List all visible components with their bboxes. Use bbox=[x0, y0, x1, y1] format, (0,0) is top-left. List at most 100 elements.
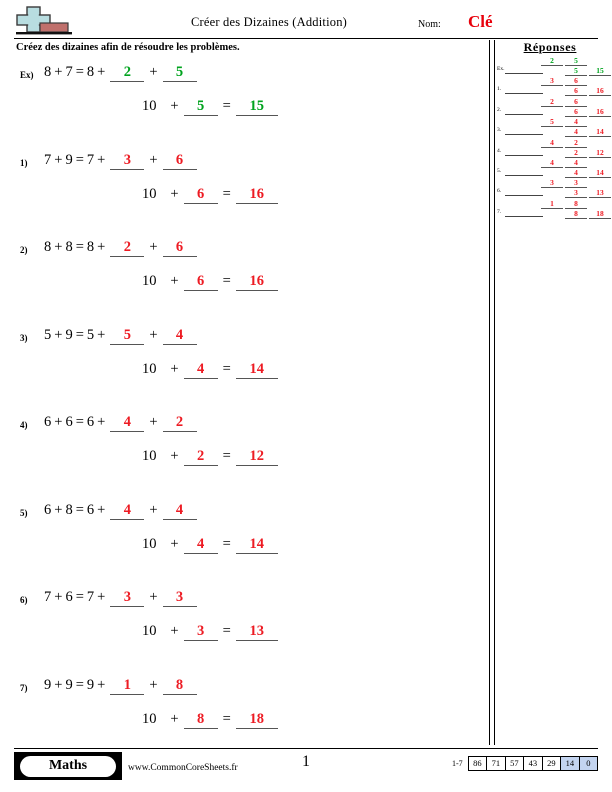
answer-subrow: 25 bbox=[541, 56, 603, 66]
problem-label: 3) bbox=[20, 332, 28, 343]
plus-operator: + bbox=[170, 710, 179, 727]
plus-operator: + bbox=[149, 151, 158, 168]
plus-operator: + bbox=[54, 64, 63, 80]
answer-blank-two[interactable]: 2 bbox=[162, 414, 197, 432]
answer-subrow: 5 15 bbox=[541, 66, 611, 76]
plus-operator: + bbox=[97, 676, 106, 693]
addend-b: 7 bbox=[65, 64, 73, 80]
plus-operator: + bbox=[149, 64, 158, 80]
problem-line-two: 10 +2 = 12 bbox=[142, 448, 280, 466]
answer-row-label: 7. bbox=[497, 208, 502, 215]
answer-value: 5 bbox=[565, 56, 587, 66]
answer-blank-three[interactable]: 4 bbox=[183, 361, 218, 379]
answer-blank-two[interactable]: 5 bbox=[162, 64, 197, 82]
addend-b: 6 bbox=[65, 589, 73, 605]
equals-operator: = bbox=[75, 414, 84, 430]
answer-value: 3 bbox=[541, 76, 563, 87]
worksheet-page: Créer des Dizaines (Addition) Nom: Clé C… bbox=[0, 0, 612, 792]
answer-blank-one[interactable]: 3 bbox=[110, 589, 145, 607]
answer-blank-sum[interactable]: 12 bbox=[235, 448, 278, 466]
score-box: 86 bbox=[468, 757, 488, 770]
answer-write-line bbox=[505, 174, 543, 176]
answer-blank-three[interactable]: 4 bbox=[183, 536, 218, 554]
answer-blank-sum[interactable]: 18 bbox=[235, 711, 278, 729]
answer-write-line bbox=[505, 154, 543, 156]
ten-value: 10 bbox=[142, 273, 157, 289]
answer-blank-sum[interactable]: 13 bbox=[235, 623, 278, 641]
answer-subrow: 54 bbox=[541, 117, 603, 128]
answer-blank-one[interactable]: 2 bbox=[110, 64, 145, 82]
answer-blank-sum[interactable]: 16 bbox=[235, 273, 278, 291]
instructions-text: Créez des dizaines afin de résoudre les … bbox=[16, 42, 240, 53]
problem-label: Ex) bbox=[20, 70, 34, 80]
answer-blank-three[interactable]: 3 bbox=[183, 623, 218, 641]
answer-blank-one[interactable]: 4 bbox=[110, 502, 145, 520]
score-box: 57 bbox=[505, 757, 525, 770]
answer-blank-sum[interactable]: 15 bbox=[235, 98, 278, 116]
name-label: Nom: bbox=[418, 19, 441, 30]
answer-blank-three[interactable]: 2 bbox=[183, 448, 218, 466]
answer-subrow: 4 14 bbox=[541, 127, 611, 138]
problem-line-one: 6 +6 = 6 +4 +2 bbox=[44, 414, 199, 432]
answer-blank-two[interactable]: 3 bbox=[162, 589, 197, 607]
answer-subrow: 33 bbox=[541, 178, 603, 189]
answer-subrow: 6 16 bbox=[541, 107, 611, 117]
answer-subrow: 4 14 bbox=[541, 168, 611, 178]
answer-blank-one[interactable]: 1 bbox=[110, 677, 145, 695]
answers-list: Ex. 2 5 5 15 1. 3 6 6 16 2. 2 6 6 16 3. 5 4 4 14 4. 4 2 2 12 5. 4 4… bbox=[497, 56, 611, 220]
problem-line-one: 7 +6 = 7 +3 +3 bbox=[44, 589, 199, 607]
plus-operator: + bbox=[149, 414, 158, 430]
problem-line-one: 5 +9 = 5 +5 +4 bbox=[44, 327, 199, 345]
answer-blank-sum[interactable]: 14 bbox=[235, 361, 278, 379]
problem-line-one: 8 +8 = 8 +2 +6 bbox=[44, 239, 199, 257]
answer-blank-one[interactable]: 3 bbox=[110, 152, 145, 170]
problem-item: 1) 7 +9 = 7 +3 +6 10 +6 = 16 bbox=[14, 146, 484, 234]
answer-value: 12 bbox=[589, 148, 611, 158]
answer-subrow: 2 12 bbox=[541, 148, 611, 158]
problem-line-one: 9 +9 = 9 +1 +8 bbox=[44, 677, 199, 695]
score-box: 71 bbox=[487, 757, 506, 770]
equals-operator: = bbox=[75, 589, 84, 605]
answer-blank-one[interactable]: 5 bbox=[110, 327, 145, 345]
page-title: Créer des Dizaines (Addition) bbox=[190, 15, 348, 29]
answers-title: Réponses bbox=[523, 40, 577, 54]
answer-blank-two[interactable]: 8 bbox=[162, 677, 197, 695]
answer-blank-three[interactable]: 6 bbox=[183, 186, 218, 204]
answer-blank-two[interactable]: 4 bbox=[162, 327, 197, 345]
plus-operator: + bbox=[97, 326, 106, 343]
answer-values: 1 8 8 18 bbox=[541, 199, 611, 219]
answer-blank-sum[interactable]: 14 bbox=[235, 536, 278, 554]
answer-blank-one[interactable]: 2 bbox=[110, 239, 145, 257]
answer-value: 2 bbox=[565, 148, 587, 158]
plus-operator: + bbox=[149, 239, 158, 255]
addend-b: 8 bbox=[65, 239, 73, 255]
page-header: Créer des Dizaines (Addition) Nom: Clé bbox=[14, 6, 598, 40]
plus-operator: + bbox=[97, 414, 106, 430]
answer-blank-three[interactable]: 8 bbox=[183, 711, 218, 729]
answer-blank-sum[interactable]: 16 bbox=[235, 186, 278, 204]
answer-write-line bbox=[505, 134, 543, 136]
problem-item: 3) 5 +9 = 5 +5 +4 10 +4 = 14 bbox=[14, 321, 484, 409]
plus-operator: + bbox=[54, 326, 63, 343]
answer-value: 13 bbox=[589, 188, 611, 199]
answer-value: 14 bbox=[589, 127, 611, 138]
answer-blank-three[interactable]: 6 bbox=[183, 273, 218, 291]
answer-blank-two[interactable]: 6 bbox=[162, 239, 197, 257]
answer-subrow: 36 bbox=[541, 76, 603, 87]
answer-value: 6 bbox=[565, 76, 587, 87]
plus-operator: + bbox=[170, 448, 179, 464]
answer-write-line bbox=[505, 195, 543, 197]
answer-blank-two[interactable]: 6 bbox=[162, 152, 197, 170]
answer-blank-two[interactable]: 4 bbox=[162, 502, 197, 520]
plus-operator: + bbox=[170, 623, 179, 639]
answer-value: 8 bbox=[565, 199, 587, 209]
answer-write-line bbox=[505, 93, 543, 95]
answer-subrow: 6 16 bbox=[541, 86, 611, 97]
plus-operator: + bbox=[97, 151, 106, 168]
plus-block-logo-icon bbox=[14, 6, 76, 38]
answer-blank-one[interactable]: 4 bbox=[110, 414, 145, 432]
problem-label: 6) bbox=[20, 595, 28, 605]
answer-blank-three[interactable]: 5 bbox=[183, 98, 218, 116]
